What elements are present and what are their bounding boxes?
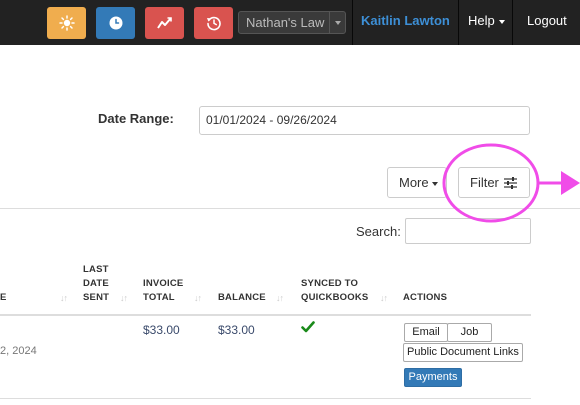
highlight-circle [442,143,540,223]
highlight-annotation [442,143,580,223]
highlight-arrow-head [561,171,580,195]
